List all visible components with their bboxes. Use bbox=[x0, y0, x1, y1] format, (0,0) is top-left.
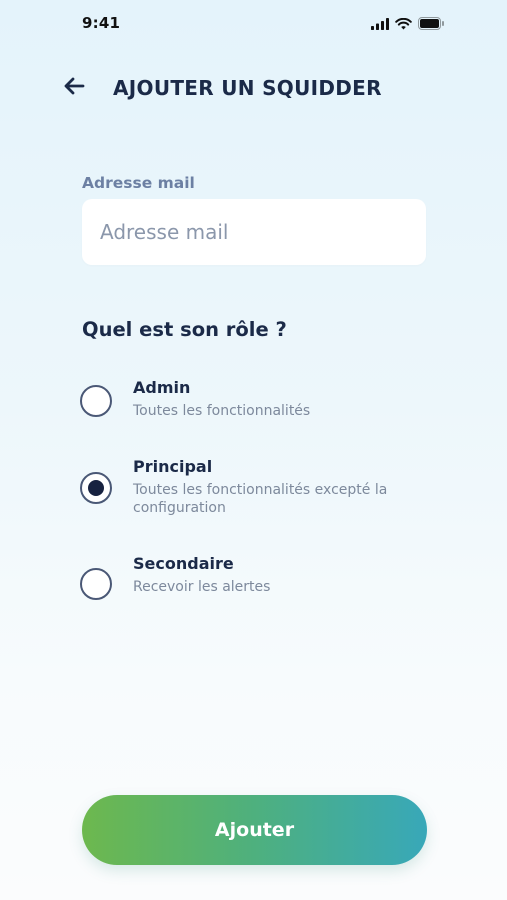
role-question: Quel est son rôle ? bbox=[82, 318, 287, 341]
email-field-label: Adresse mail bbox=[82, 174, 195, 192]
battery-icon bbox=[418, 15, 445, 34]
role-desc-principal: Toutes les fonctionnalités excepté la co… bbox=[133, 482, 388, 516]
cellular-signal-icon bbox=[371, 15, 389, 34]
back-button[interactable] bbox=[58, 74, 90, 102]
status-bar: 9:41 bbox=[0, 0, 507, 48]
add-button[interactable]: Ajouter bbox=[82, 795, 427, 865]
radio-admin[interactable] bbox=[80, 385, 112, 417]
role-desc-admin: Toutes les fonctionnalités bbox=[133, 403, 311, 419]
header: AJOUTER UN SQUIDDER bbox=[0, 66, 507, 110]
role-name-principal: Principal bbox=[133, 457, 213, 476]
radio-principal[interactable] bbox=[80, 472, 112, 504]
role-name-secondaire: Secondaire bbox=[133, 554, 234, 573]
arrow-left-icon bbox=[63, 77, 85, 99]
role-option-secondaire[interactable]: Secondaire Recevoir les alertes bbox=[80, 554, 430, 604]
email-field[interactable] bbox=[82, 199, 426, 265]
role-option-principal[interactable]: Principal Toutes les fonctionnalités exc… bbox=[80, 457, 430, 521]
role-name-admin: Admin bbox=[133, 378, 191, 397]
status-time: 9:41 bbox=[82, 14, 121, 32]
role-option-admin[interactable]: Admin Toutes les fonctionnalités bbox=[80, 378, 430, 428]
wifi-icon bbox=[395, 15, 412, 34]
page-title: AJOUTER UN SQUIDDER bbox=[113, 76, 382, 100]
radio-secondaire[interactable] bbox=[80, 568, 112, 600]
role-desc-secondaire: Recevoir les alertes bbox=[133, 579, 271, 595]
status-icons bbox=[371, 15, 445, 34]
